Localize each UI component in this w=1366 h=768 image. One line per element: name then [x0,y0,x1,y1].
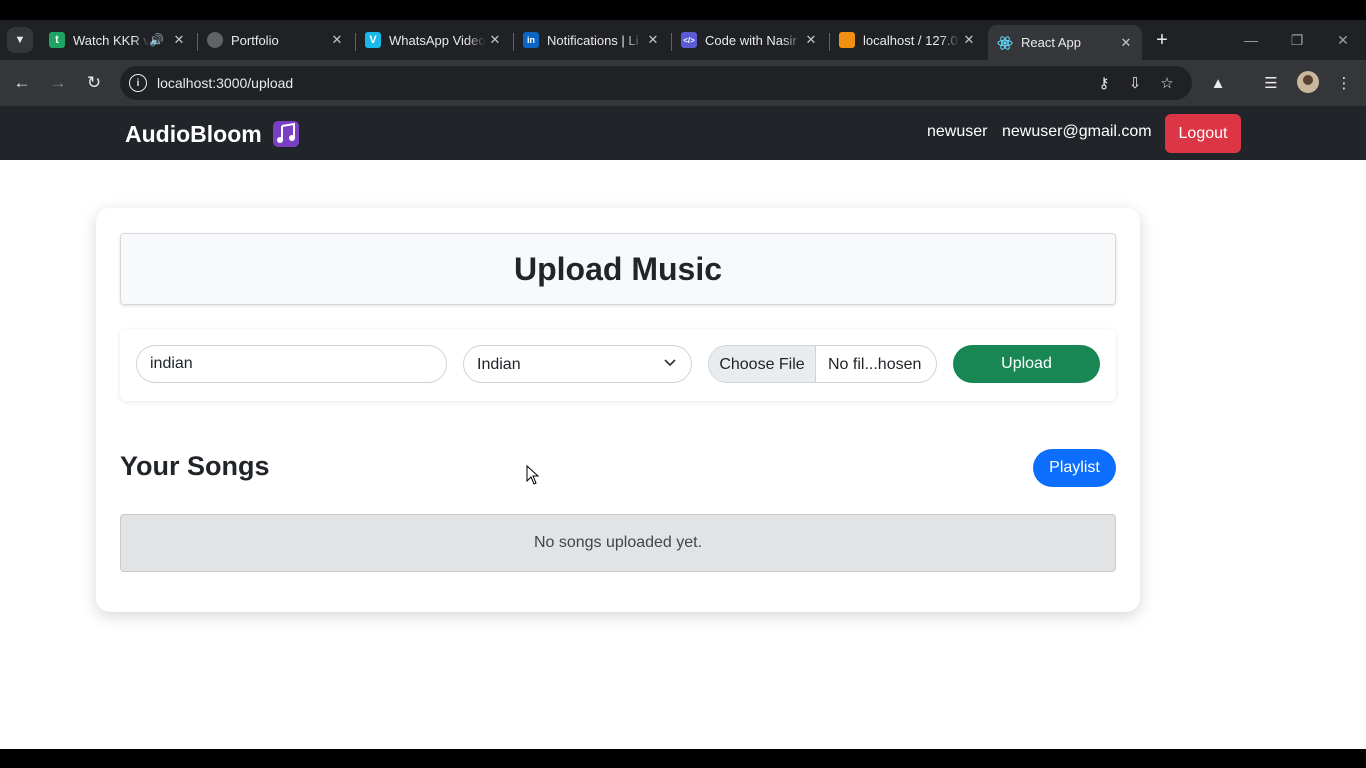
arrow-right-icon: → [49,73,67,92]
install-app-icon[interactable]: ⇩ [1125,74,1145,92]
extensions-icon[interactable]: ▲ [1207,72,1229,94]
logout-button[interactable]: Logout [1165,114,1241,153]
reload-button[interactable]: ↻ [82,71,106,95]
nav-username: newuser [927,123,988,140]
code-icon: </> [681,32,697,48]
your-songs-heading: Your Songs [120,451,270,481]
page-title-box: Upload Music [120,233,1116,305]
globe-icon [207,32,223,48]
linkedin-icon: in [523,32,539,48]
chevron-down-icon [664,359,676,367]
media-controls-icon[interactable]: ☰ [1260,72,1282,94]
close-icon[interactable]: ✕ [170,31,188,49]
back-button[interactable]: ← [10,71,34,95]
chevron-down-icon: ▼ [14,34,26,46]
restore-icon: ❐ [1290,31,1304,48]
profile-avatar[interactable] [1297,71,1319,93]
brand-link[interactable]: AudioBloom [125,120,300,148]
mouse-cursor-icon [526,465,540,485]
playlist-button[interactable]: Playlist [1033,449,1116,487]
browser-tab[interactable]: </> Code with Nasir ✕ [672,25,827,55]
upload-form: Indian Choose File No fil...hosen Upload [120,329,1116,401]
restore-button[interactable]: ❐ [1285,28,1309,52]
browser-tab-strip: ▼ t Watch KKR v 🔊 ✕ Portfolio ✕ V WhatsA… [0,20,1366,60]
minimize-button[interactable]: — [1239,28,1263,52]
close-icon[interactable]: ✕ [328,31,346,49]
tab-search-button[interactable]: ▼ [7,27,33,53]
close-icon: ✕ [1337,31,1349,48]
star-icon[interactable]: ☆ [1157,74,1177,92]
genre-select[interactable]: Indian [463,345,692,383]
brand-name: AudioBloom [125,120,262,147]
song-name-input[interactable] [136,345,447,383]
file-input[interactable]: Choose File No fil...hosen [708,345,937,383]
phpmyadmin-icon [839,32,855,48]
browser-tab-active[interactable]: React App ✕ [988,25,1142,60]
file-name-text: No fil...hosen [828,356,922,373]
app-navbar: AudioBloom newuser newuser@gmail.com Log… [0,106,1366,160]
browser-tab[interactable]: V WhatsApp Video ✕ [356,25,511,55]
react-icon [997,35,1013,51]
page-title: Upload Music [513,250,722,287]
close-icon[interactable]: ✕ [644,31,662,49]
close-icon[interactable]: ✕ [960,31,978,49]
genre-selected-value: Indian [477,356,521,373]
browser-tab[interactable]: t Watch KKR v 🔊 ✕ [40,25,195,55]
more-menu-icon[interactable]: ⋮ [1333,72,1355,94]
browser-tab[interactable]: Portfolio ✕ [198,25,353,55]
url-text[interactable]: localhost:3000/upload [157,75,293,91]
plus-icon: + [1156,28,1168,51]
browser-tab[interactable]: in Notifications | Li ✕ [514,25,669,55]
close-icon[interactable]: ✕ [802,31,820,49]
arrow-left-icon: ← [13,73,31,92]
tab-favicon-icon: t [49,32,65,48]
empty-songs-alert: No songs uploaded yet. [120,514,1116,572]
vimeo-icon: V [365,32,381,48]
speaker-icon[interactable]: 🔊 [149,33,164,47]
forward-button[interactable]: → [46,71,70,95]
empty-songs-message: No songs uploaded yet. [533,534,703,551]
browser-toolbar: ← → ↻ i localhost:3000/upload ⚷ ⇩ ☆ ▲ ☰ … [0,60,1366,106]
upload-card: Upload Music Indian Choose File No fil..… [96,208,1140,612]
reload-icon: ↻ [86,73,102,92]
browser-tab[interactable]: localhost / 127.0 ✕ [830,25,985,55]
music-notes-icon [272,120,300,148]
nav-email: newuser@gmail.com [1002,123,1152,140]
choose-file-button[interactable]: Choose File [709,346,816,382]
key-icon[interactable]: ⚷ [1094,74,1114,92]
close-icon[interactable]: ✕ [1117,34,1135,52]
close-icon[interactable]: ✕ [486,31,504,49]
site-info-icon[interactable]: i [129,74,147,92]
minimize-icon: — [1244,32,1258,48]
address-bar[interactable]: i localhost:3000/upload ⚷ ⇩ ☆ [120,66,1192,100]
upload-button[interactable]: Upload [953,345,1100,383]
new-tab-button[interactable]: + [1150,28,1174,52]
page-viewport: AudioBloom newuser newuser@gmail.com Log… [0,106,1366,749]
close-window-button[interactable]: ✕ [1331,28,1355,52]
screen: ▼ t Watch KKR v 🔊 ✕ Portfolio ✕ V WhatsA… [0,0,1366,768]
